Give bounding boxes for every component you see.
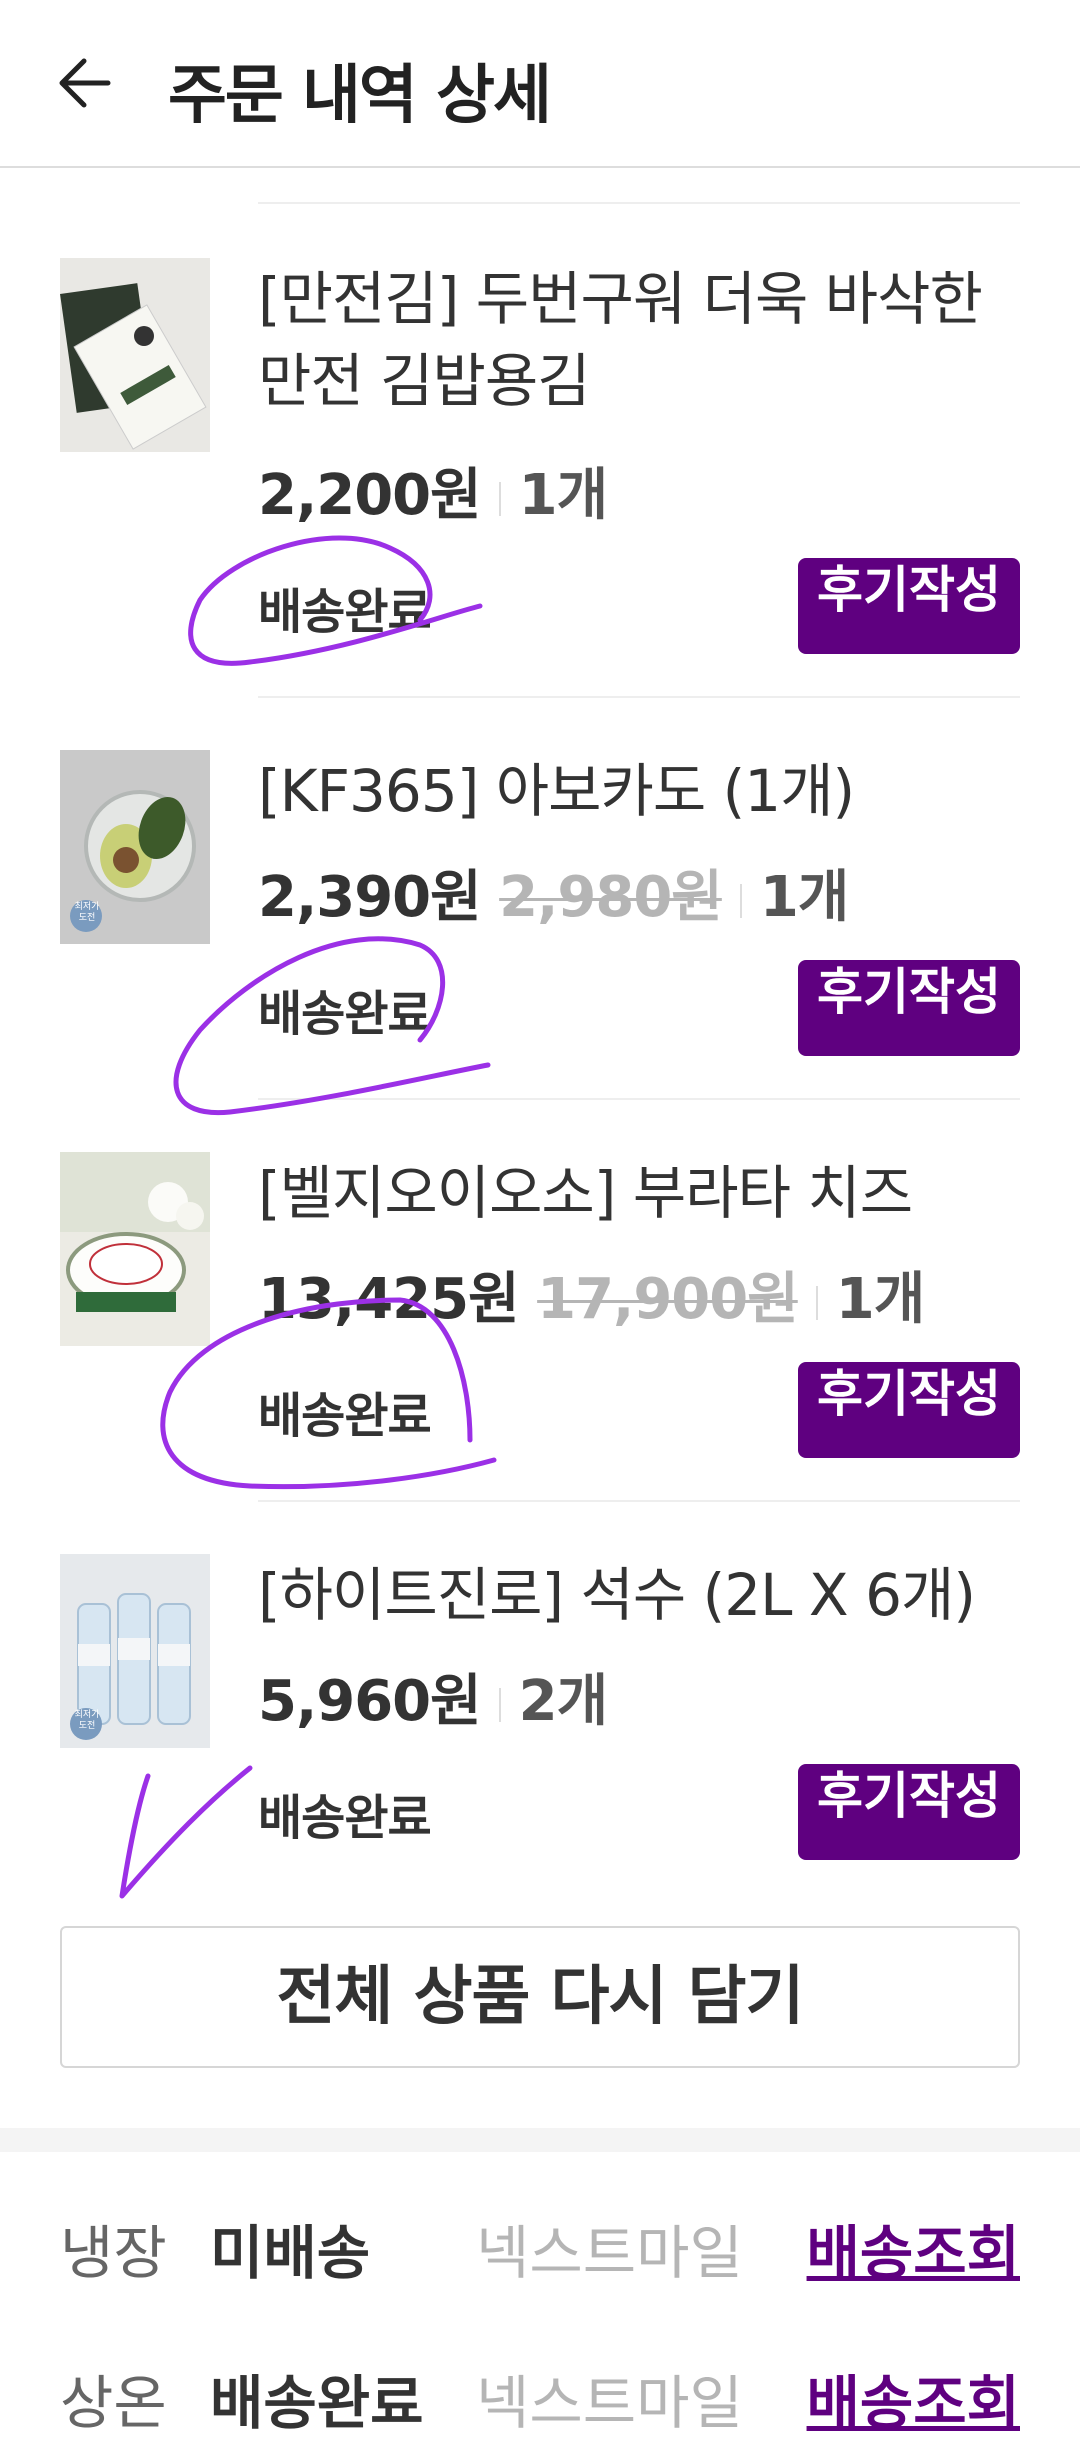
original-price: 2,980원 bbox=[499, 865, 723, 930]
separator bbox=[815, 1285, 818, 1320]
price-line: 5,960원 2개 bbox=[258, 1656, 608, 1737]
divider bbox=[258, 696, 1020, 698]
storage-type: 상온 bbox=[60, 2369, 167, 2437]
lowest-price-badge: 최저가 도전 bbox=[74, 902, 100, 923]
original-price: 17,900원 bbox=[537, 1267, 799, 1332]
price: 13,425원 bbox=[258, 1267, 520, 1332]
write-review-button[interactable]: 후기작성 bbox=[798, 558, 1020, 654]
shipping-status: 배송완료 bbox=[210, 2369, 424, 2437]
write-review-button[interactable]: 후기작성 bbox=[798, 960, 1020, 1056]
shipping-status: 미배송 bbox=[210, 2219, 371, 2287]
lowest-price-badge: 최저가 도전 bbox=[74, 1710, 100, 1731]
storage-type: 냉장 bbox=[60, 2219, 167, 2287]
price: 2,390원 bbox=[258, 865, 482, 930]
back-button[interactable] bbox=[50, 48, 120, 118]
product-image bbox=[60, 1152, 210, 1346]
product-name[interactable]: [벨지오이오소] 부라타 치즈 bbox=[258, 1152, 1038, 1234]
product-image bbox=[60, 258, 210, 452]
price-line: 2,390원 2,980원 1개 bbox=[258, 852, 849, 933]
delivery-status: 배송완료 bbox=[258, 986, 432, 1042]
separator bbox=[498, 481, 501, 516]
carrier: 넥스트마일 bbox=[476, 2219, 743, 2287]
price: 2,200원 bbox=[258, 463, 482, 528]
track-shipping-link[interactable]: 배송조회 bbox=[807, 2356, 1020, 2440]
quantity: 1개 bbox=[835, 1267, 925, 1332]
product-name[interactable]: [만전김] 두번구워 더욱 바삭한 만전 김밥용김 bbox=[258, 258, 1038, 422]
price-line: 13,425원 17,900원 1개 bbox=[258, 1254, 925, 1335]
track-shipping-link[interactable]: 배송조회 bbox=[807, 2206, 1020, 2290]
arrow-left-icon bbox=[59, 58, 111, 108]
quantity: 1개 bbox=[759, 865, 849, 930]
product-name[interactable]: [하이트진로] 석수 (2L X 6개) bbox=[258, 1554, 1038, 1636]
divider bbox=[258, 1098, 1020, 1100]
app-header: 주문 내역 상세 bbox=[0, 0, 1080, 168]
write-review-button[interactable]: 후기작성 bbox=[798, 1362, 1020, 1458]
quantity: 1개 bbox=[518, 463, 608, 528]
shipping-row: 상온 배송완료 넥스트마일 배송조회 bbox=[0, 2356, 1080, 2437]
reorder-all-button[interactable]: 전체 상품 다시 담기 bbox=[60, 1926, 1020, 2068]
section-gap bbox=[0, 2128, 1080, 2152]
divider bbox=[258, 1500, 1020, 1502]
separator bbox=[498, 1687, 501, 1722]
checkmark-annotation bbox=[119, 1765, 253, 1899]
page-title: 주문 내역 상세 bbox=[168, 59, 552, 133]
delivery-status: 배송완료 bbox=[258, 1790, 432, 1846]
shipping-row: 냉장 미배송 넥스트마일 배송조회 bbox=[0, 2206, 1080, 2287]
price: 5,960원 bbox=[258, 1669, 482, 1734]
write-review-button[interactable]: 후기작성 bbox=[798, 1764, 1020, 1860]
quantity: 2개 bbox=[518, 1669, 608, 1734]
product-image: 최저가 도전 bbox=[60, 750, 210, 944]
separator bbox=[739, 883, 742, 918]
product-name[interactable]: [KF365] 아보카도 (1개) bbox=[258, 750, 1038, 832]
divider bbox=[258, 202, 1020, 204]
delivery-status: 배송완료 bbox=[258, 584, 432, 640]
delivery-status: 배송완료 bbox=[258, 1388, 432, 1444]
carrier: 넥스트마일 bbox=[476, 2369, 743, 2437]
price-line: 2,200원 1개 bbox=[258, 450, 608, 531]
product-image: 최저가 도전 bbox=[60, 1554, 210, 1748]
